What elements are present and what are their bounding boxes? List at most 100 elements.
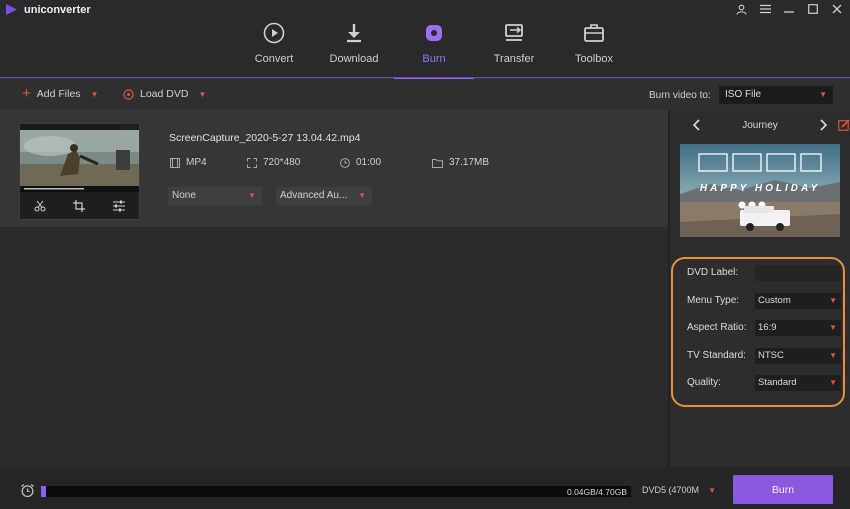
crop-icon[interactable] bbox=[73, 199, 86, 215]
clock-icon bbox=[340, 157, 350, 168]
scissors-icon[interactable] bbox=[34, 200, 46, 215]
menu-type-row: Menu Type: Custom ▼ bbox=[687, 292, 841, 309]
chevron-down-icon: ▼ bbox=[829, 322, 837, 332]
download-icon bbox=[347, 24, 361, 43]
window-controls bbox=[734, 2, 844, 16]
tab-convert[interactable]: Convert bbox=[234, 18, 314, 78]
burn-button[interactable]: Burn bbox=[733, 475, 833, 504]
folder-icon bbox=[432, 158, 443, 168]
disc-type-select[interactable]: DVD5 (4700M ▼ bbox=[642, 485, 720, 499]
template-preview[interactable]: HAPPY HOLIDAY bbox=[680, 144, 840, 237]
quality-label: Quality: bbox=[687, 377, 721, 388]
add-files-label: Add Files bbox=[36, 88, 81, 100]
disc-icon bbox=[426, 25, 442, 41]
menu-type-value: Custom bbox=[758, 294, 791, 306]
load-dvd-button[interactable]: Load DVD ▼ bbox=[123, 88, 206, 100]
dvd-icon bbox=[123, 88, 134, 100]
dvd-label-row: DVD Label: bbox=[687, 264, 841, 281]
dvd-label-label: DVD Label: bbox=[687, 267, 739, 278]
bottom-bar: 0.04GB/4.70GB DVD5 (4700M ▼ Burn bbox=[0, 467, 850, 509]
chevron-down-icon: ▼ bbox=[829, 295, 837, 305]
app-name: uniconverter bbox=[24, 3, 91, 16]
file-size: 37.17MB bbox=[432, 157, 489, 168]
subtitle-value: None bbox=[172, 190, 196, 201]
chevron-down-icon: ▼ bbox=[248, 191, 256, 200]
nav-divider bbox=[0, 77, 850, 78]
tab-toolbox[interactable]: Toolbox bbox=[554, 18, 634, 78]
disc-settings-group: DVD Label: Menu Type: Custom ▼ Aspect Ra… bbox=[671, 257, 845, 407]
aspect-ratio-value: 16:9 bbox=[758, 321, 777, 333]
app-logo: uniconverter bbox=[5, 3, 91, 16]
file-item[interactable]: ScreenCapture_2020-5-27 13.04.42.mp4 MP4… bbox=[0, 110, 668, 227]
tab-download-label: Download bbox=[329, 53, 379, 65]
tab-download[interactable]: Download bbox=[314, 18, 394, 78]
resize-icon bbox=[247, 157, 257, 168]
disc-usage-text: 0.04GB/4.70GB bbox=[566, 487, 627, 497]
plus-icon: + bbox=[22, 85, 31, 102]
menu-icon[interactable] bbox=[758, 2, 772, 16]
quality-select[interactable]: Standard ▼ bbox=[755, 374, 841, 391]
play-circle-icon bbox=[263, 22, 285, 44]
file-list: ScreenCapture_2020-5-27 13.04.42.mp4 MP4… bbox=[0, 110, 668, 467]
chevron-down-icon[interactable]: ▼ bbox=[91, 90, 99, 99]
file-resolution-value: 720*480 bbox=[263, 157, 301, 168]
tab-transfer[interactable]: Transfer bbox=[474, 18, 554, 78]
toolbar: + Add Files ▼ Load DVD ▼ Burn video to: … bbox=[0, 82, 850, 108]
menu-type-label: Menu Type: bbox=[687, 295, 740, 306]
close-icon[interactable] bbox=[830, 2, 844, 16]
audio-select[interactable]: Advanced Au... ▼ bbox=[276, 187, 372, 205]
disc-usage-bar: 0.04GB/4.70GB bbox=[41, 486, 631, 497]
thumbnail-tools bbox=[20, 196, 139, 218]
aspect-ratio-select[interactable]: 16:9 ▼ bbox=[755, 319, 841, 336]
minimize-icon[interactable] bbox=[782, 2, 796, 16]
aspect-ratio-row: Aspect Ratio: 16:9 ▼ bbox=[687, 319, 841, 336]
file-duration-value: 01:00 bbox=[356, 157, 382, 168]
file-format-value: MP4 bbox=[186, 157, 207, 168]
chevron-down-icon[interactable]: ▼ bbox=[198, 90, 206, 99]
logo-icon bbox=[6, 4, 17, 15]
alarm-clock-icon[interactable] bbox=[20, 483, 35, 501]
add-files-button[interactable]: + Add Files ▼ bbox=[22, 85, 99, 102]
video-thumbnail[interactable] bbox=[19, 123, 140, 220]
chevron-right-icon[interactable] bbox=[820, 118, 828, 134]
tv-standard-label: TV Standard: bbox=[687, 350, 746, 361]
load-dvd-label: Load DVD bbox=[140, 88, 189, 100]
audio-value: Advanced Au... bbox=[280, 190, 348, 201]
disc-usage-fill bbox=[41, 486, 46, 497]
chevron-down-icon: ▼ bbox=[829, 350, 837, 360]
file-format: MP4 bbox=[170, 157, 207, 168]
file-duration: 01:00 bbox=[340, 157, 381, 168]
tv-standard-value: NTSC bbox=[758, 349, 784, 361]
account-icon[interactable] bbox=[734, 2, 748, 16]
file-resolution: 720*480 bbox=[247, 157, 300, 168]
film-icon bbox=[170, 157, 180, 168]
disc-type-value: DVD5 (4700M bbox=[642, 485, 700, 495]
tab-burn-label: Burn bbox=[422, 53, 446, 65]
maximize-icon[interactable] bbox=[806, 2, 820, 16]
subtitle-select[interactable]: None ▼ bbox=[168, 187, 262, 205]
quality-row: Quality: Standard ▼ bbox=[687, 374, 841, 391]
tab-transfer-label: Transfer bbox=[493, 53, 535, 65]
video-preview-image bbox=[20, 124, 139, 192]
tab-burn[interactable]: Burn bbox=[394, 18, 474, 79]
transfer-icon bbox=[505, 24, 523, 41]
aspect-ratio-label: Aspect Ratio: bbox=[687, 322, 747, 333]
edit-icon[interactable] bbox=[838, 119, 850, 134]
file-size-value: 37.17MB bbox=[449, 157, 490, 168]
menu-type-select[interactable]: Custom ▼ bbox=[755, 292, 841, 309]
tv-standard-row: TV Standard: NTSC ▼ bbox=[687, 347, 841, 364]
dvd-label-input[interactable] bbox=[755, 264, 841, 281]
template-caption: HAPPY HOLIDAY bbox=[699, 183, 821, 194]
top-bar: uniconverter Convert Download Burn Trans… bbox=[0, 0, 850, 79]
chevron-down-icon: ▼ bbox=[708, 486, 716, 495]
toolbox-icon bbox=[584, 24, 604, 42]
chevron-down-icon: ▼ bbox=[829, 377, 837, 387]
tv-standard-select[interactable]: NTSC ▼ bbox=[755, 347, 841, 364]
burn-to-select[interactable]: ISO File ▼ bbox=[719, 86, 833, 104]
chevron-down-icon: ▼ bbox=[819, 90, 827, 99]
quality-value: Standard bbox=[758, 376, 797, 388]
template-navigator: Journey bbox=[670, 118, 850, 134]
effects-icon[interactable] bbox=[113, 200, 126, 215]
tab-toolbox-label: Toolbox bbox=[575, 53, 613, 65]
file-name: ScreenCapture_2020-5-27 13.04.42.mp4 bbox=[169, 132, 361, 144]
